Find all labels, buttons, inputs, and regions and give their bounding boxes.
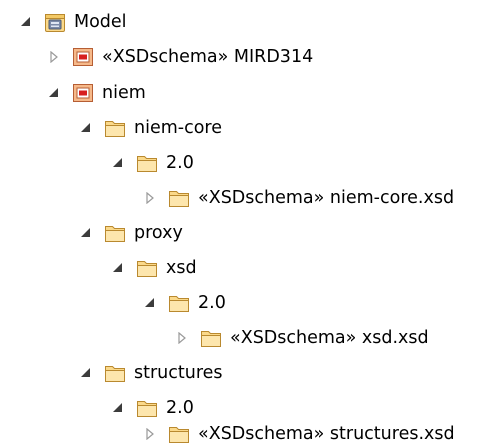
package-tree: Model «XSDschema» MIRD314 niem niem-core… bbox=[0, 0, 496, 445]
triangle-expanded-icon[interactable] bbox=[143, 296, 157, 310]
tree-node-label: 2.0 bbox=[166, 398, 194, 418]
tree-node-label: «XSDschema» MIRD314 bbox=[102, 47, 314, 67]
triangle-expanded-icon[interactable] bbox=[79, 366, 93, 380]
triangle-collapsed-icon[interactable] bbox=[47, 50, 61, 64]
tree-node-label: «XSDschema» structures.xsd bbox=[198, 424, 455, 444]
triangle-expanded-icon[interactable] bbox=[79, 226, 93, 240]
folder-icon bbox=[136, 152, 158, 174]
tree-node-label: niem-core bbox=[134, 118, 222, 138]
tree-node-structures-2-0[interactable]: 2.0 bbox=[0, 391, 194, 425]
triangle-expanded-icon[interactable] bbox=[79, 121, 93, 135]
triangle-collapsed-icon[interactable] bbox=[143, 427, 157, 441]
triangle-expanded-icon[interactable] bbox=[111, 261, 125, 275]
tree-node-label: «XSDschema» niem-core.xsd bbox=[198, 188, 455, 208]
folder-icon bbox=[168, 292, 190, 314]
folder-icon bbox=[200, 327, 222, 349]
schema-package-icon bbox=[72, 46, 94, 68]
tree-node-label: proxy bbox=[134, 223, 183, 243]
tree-node-label: «XSDschema» xsd.xsd bbox=[230, 328, 429, 348]
tree-node-label: Model bbox=[74, 12, 127, 32]
tree-node-niem-core[interactable]: niem-core bbox=[0, 111, 222, 145]
folder-icon bbox=[104, 222, 126, 244]
tree-node-xsd-xsd[interactable]: «XSDschema» xsd.xsd bbox=[0, 321, 429, 355]
folder-icon bbox=[104, 362, 126, 384]
folder-icon bbox=[168, 187, 190, 209]
tree-node-structures-xsd[interactable]: «XSDschema» structures.xsd bbox=[0, 423, 455, 445]
tree-node-label: structures bbox=[134, 363, 223, 383]
triangle-expanded-icon[interactable] bbox=[111, 156, 125, 170]
tree-node-mird314[interactable]: «XSDschema» MIRD314 bbox=[0, 40, 313, 74]
triangle-collapsed-icon[interactable] bbox=[143, 191, 157, 205]
tree-node-model[interactable]: Model bbox=[0, 5, 127, 39]
tree-node-label: 2.0 bbox=[166, 153, 194, 173]
triangle-expanded-icon[interactable] bbox=[111, 401, 125, 415]
tree-node-proxy[interactable]: proxy bbox=[0, 216, 183, 250]
folder-icon bbox=[136, 257, 158, 279]
tree-node-niem[interactable]: niem bbox=[0, 76, 146, 110]
tree-node-xsd[interactable]: xsd bbox=[0, 251, 197, 285]
schema-package-icon bbox=[72, 82, 94, 104]
folder-icon bbox=[136, 397, 158, 419]
tree-node-label: niem bbox=[102, 83, 146, 103]
tree-node-xsd-2-0[interactable]: 2.0 bbox=[0, 286, 226, 320]
tree-node-label: xsd bbox=[166, 258, 197, 278]
folder-icon bbox=[104, 117, 126, 139]
tree-node-label: 2.0 bbox=[198, 293, 226, 313]
triangle-expanded-icon[interactable] bbox=[19, 15, 33, 29]
tree-node-structures[interactable]: structures bbox=[0, 356, 223, 390]
tree-node-niem-core-2-0[interactable]: 2.0 bbox=[0, 146, 194, 180]
tree-node-niem-core-xsd[interactable]: «XSDschema» niem-core.xsd bbox=[0, 181, 454, 215]
folder-icon bbox=[168, 423, 190, 445]
model-package-icon bbox=[44, 11, 66, 33]
triangle-collapsed-icon[interactable] bbox=[175, 331, 189, 345]
triangle-expanded-icon[interactable] bbox=[47, 86, 61, 100]
